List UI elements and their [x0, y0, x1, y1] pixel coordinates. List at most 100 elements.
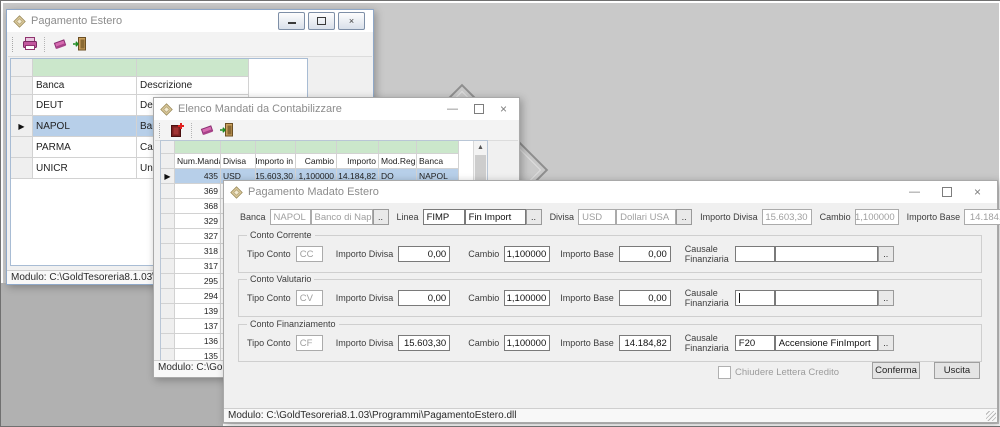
tipo-conto-field: CV — [296, 290, 323, 306]
window-title: Pagamento Estero — [31, 15, 122, 27]
causale-lookup-button[interactable]: .. — [878, 335, 894, 351]
column-header-importo-in[interactable]: Importo in — [256, 154, 296, 169]
window-pagamento-mandato-estero: Pagamento Madato Estero — × Banca NAPOL … — [223, 180, 998, 423]
minimize-button[interactable]: — — [909, 187, 920, 198]
tipo-conto-field: CF — [296, 335, 323, 351]
importo-base-field[interactable]: 0,00 — [619, 246, 671, 262]
importo-divisa-label: Importo Divisa — [700, 212, 758, 222]
scroll-up-icon[interactable]: ▲ — [474, 141, 487, 154]
importo-divisa-label: Importo Divisa — [336, 338, 394, 348]
importo-base-field: 14.184,82 — [964, 209, 1000, 225]
clear-button[interactable] — [50, 34, 70, 54]
minimize-button[interactable]: — — [447, 104, 458, 115]
importo-divisa-field[interactable]: 15.603,30 — [398, 335, 450, 351]
post-button[interactable] — [167, 120, 187, 140]
importo-base-field[interactable]: 14.184,82 — [619, 335, 671, 351]
grid-filter-row — [11, 59, 307, 77]
ledger-add-icon — [169, 122, 185, 138]
application-screen: Pagamento Estero × — [0, 0, 1000, 427]
importo-divisa-label: Importo Divisa — [336, 249, 394, 259]
tipo-conto-label: Tipo Conto — [247, 293, 291, 303]
column-header-mod-reg[interactable]: Mod.Reg. — [379, 154, 417, 169]
causale-code-field[interactable] — [735, 246, 775, 262]
linea-desc-field[interactable]: Fin Import — [465, 209, 526, 225]
conferma-button[interactable]: Conferma — [872, 362, 920, 379]
exit-button[interactable] — [70, 34, 90, 54]
clear-icon — [52, 36, 68, 52]
close-button[interactable]: × — [338, 12, 365, 30]
cambio-label: Cambio — [468, 249, 499, 259]
importo-divisa-label: Importo Divisa — [336, 293, 394, 303]
banca-lookup-button[interactable]: .. — [373, 209, 389, 225]
causale-code-field[interactable]: F20 — [735, 335, 775, 351]
print-icon — [22, 36, 38, 52]
exit-button[interactable] — [217, 120, 237, 140]
tipo-conto-label: Tipo Conto — [247, 338, 291, 348]
column-header-banca[interactable]: Banca — [33, 77, 137, 95]
clear-icon — [199, 122, 215, 138]
column-header-importo[interactable]: Importo — [337, 154, 379, 169]
close-icon: × — [349, 16, 354, 26]
divisa-label: Divisa — [550, 212, 575, 222]
scrollbar-thumb[interactable] — [475, 155, 486, 181]
grid-header-row: Num.Mandat+ Divisa Importo in Cambio Imp… — [161, 154, 487, 169]
uscita-button[interactable]: Uscita — [934, 362, 980, 379]
status-bar: Modulo: C:\GoldTesoreria8.1.03\Programmi… — [224, 408, 997, 422]
tipo-conto-label: Tipo Conto — [247, 249, 291, 259]
importo-base-label: Importo Base — [907, 212, 961, 222]
causale-desc-field[interactable] — [775, 290, 878, 306]
linea-lookup-button[interactable]: .. — [526, 209, 542, 225]
causale-finanziaria-label: Causale Finanziaria — [685, 244, 729, 264]
causale-lookup-button[interactable]: .. — [878, 246, 894, 262]
column-header-num-mandati[interactable]: Num.Mandat+ — [175, 154, 221, 169]
importo-base-label: Importo Base — [560, 293, 614, 303]
print-button[interactable] — [20, 34, 40, 54]
causale-lookup-button[interactable]: .. — [878, 290, 894, 306]
importo-base-label: Importo Base — [560, 249, 614, 259]
cambio-field[interactable]: 1,100000 — [504, 335, 550, 351]
importo-base-label: Importo Base — [560, 338, 614, 348]
maximize-button[interactable] — [308, 12, 335, 30]
toolbar-separator — [191, 123, 193, 138]
importo-base-field[interactable]: 0,00 — [619, 290, 671, 306]
text-caret — [739, 293, 740, 303]
causale-desc-field[interactable] — [775, 246, 878, 262]
column-header-banca[interactable]: Banca — [417, 154, 459, 169]
titlebar: Elenco Mandati da Contabilizzare — × — [154, 98, 519, 120]
close-button[interactable]: × — [500, 104, 507, 115]
app-diamond-icon — [230, 186, 243, 199]
banca-desc-field: Banco di Napoli — [311, 209, 373, 225]
causale-code-field-focused[interactable] — [735, 290, 775, 306]
causale-desc-field[interactable]: Accensione FinImport — [775, 335, 878, 351]
linea-code-field[interactable]: FIMP — [423, 209, 465, 225]
tipo-conto-field: CC — [296, 246, 323, 262]
divisa-desc-field: Dollari USA — [616, 209, 676, 225]
cambio-field[interactable]: 1,100000 — [504, 290, 550, 306]
exit-icon — [72, 36, 88, 52]
divisa-lookup-button[interactable]: .. — [676, 209, 692, 225]
column-header-descrizione[interactable]: Descrizione — [137, 77, 249, 95]
importo-divisa-field[interactable]: 0,00 — [398, 290, 450, 306]
chiudere-lettera-credito-checkbox[interactable]: Chiudere Lettera Credito — [718, 366, 839, 379]
banca-code-field: NAPOL — [270, 209, 311, 225]
importo-divisa-field[interactable]: 0,00 — [398, 246, 450, 262]
toolbar-separator — [44, 37, 46, 52]
checkbox-icon — [718, 366, 731, 379]
maximize-button[interactable] — [474, 104, 484, 114]
header-fields-row: Banca NAPOL Banco di Napoli .. Linea FIM… — [240, 209, 991, 225]
minimize-icon — [288, 19, 296, 24]
cambio-label: Cambio — [820, 212, 851, 222]
cambio-field[interactable]: 1,100000 — [504, 246, 550, 262]
close-button[interactable]: × — [974, 187, 981, 198]
column-header-cambio[interactable]: Cambio — [296, 154, 337, 169]
grid-header-row: Banca Descrizione — [11, 77, 307, 95]
toolbar — [8, 32, 372, 57]
resize-grip[interactable] — [986, 411, 996, 421]
minimize-button[interactable] — [278, 12, 305, 30]
window-title: Pagamento Madato Estero — [248, 186, 379, 198]
toolbar-grip — [159, 123, 163, 138]
group-conto-valutario: Conto Valutario Tipo Conto CV Importo Di… — [238, 279, 982, 317]
column-header-divisa[interactable]: Divisa — [221, 154, 256, 169]
maximize-button[interactable] — [942, 187, 952, 197]
clear-button[interactable] — [197, 120, 217, 140]
